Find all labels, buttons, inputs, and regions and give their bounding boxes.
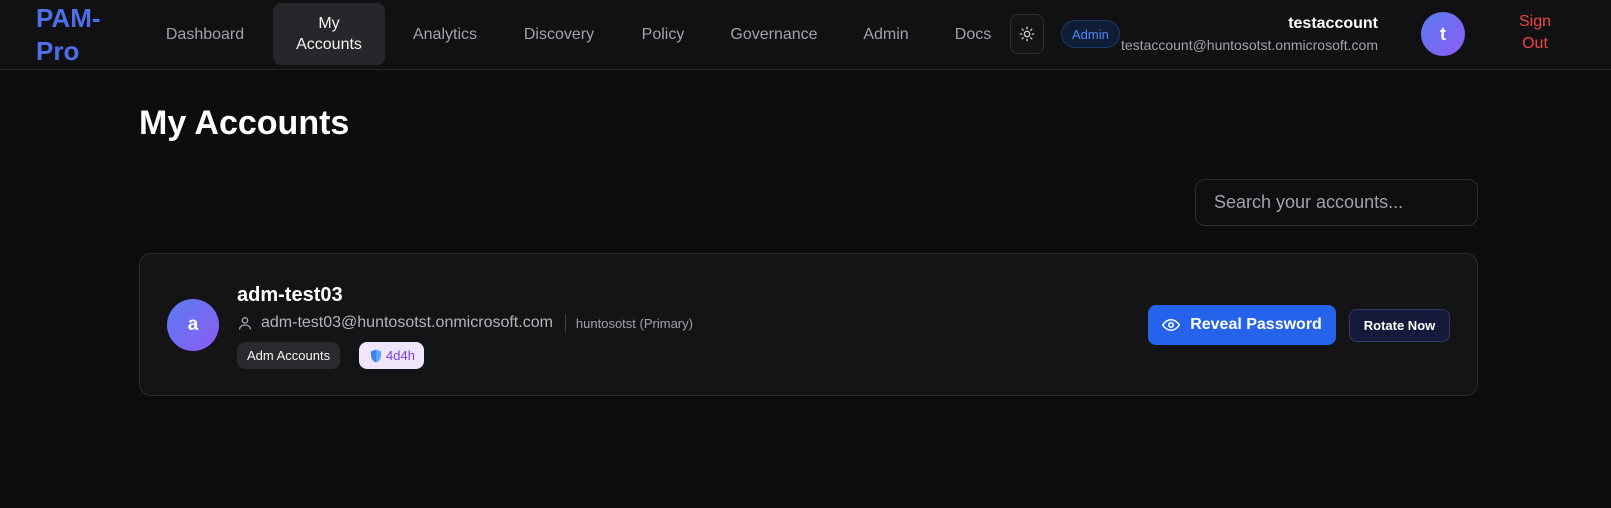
account-details: adm-test03@huntosotst.onmicrosoft.com hu… bbox=[237, 313, 693, 333]
nav-admin[interactable]: Admin bbox=[847, 3, 925, 65]
sign-out-button[interactable]: Sign Out bbox=[1505, 11, 1565, 55]
account-card: a adm-test03 adm-test03@huntosotst.onmic… bbox=[139, 253, 1478, 396]
nav-dashboard[interactable]: Dashboard bbox=[150, 3, 260, 65]
nav-my-accounts[interactable]: My Accounts bbox=[273, 3, 385, 65]
nav-analytics[interactable]: Analytics bbox=[397, 3, 493, 65]
nav-discovery[interactable]: Discovery bbox=[511, 3, 607, 65]
nav-policy[interactable]: Policy bbox=[625, 3, 701, 65]
brand-logo[interactable]: PAM-Pro bbox=[36, 2, 126, 68]
account-email: adm-test03@huntosotst.onmicrosoft.com bbox=[261, 314, 553, 331]
page-title: My Accounts bbox=[139, 104, 350, 142]
eye-icon bbox=[1162, 318, 1181, 332]
reveal-password-button[interactable]: Reveal Password bbox=[1148, 305, 1336, 345]
top-navbar: PAM-Pro Dashboard My Accounts Analytics … bbox=[0, 0, 1611, 70]
shield-icon bbox=[371, 349, 381, 362]
duration-label: 4d4h bbox=[386, 348, 415, 363]
nav-docs[interactable]: Docs bbox=[943, 3, 1003, 65]
user-icon bbox=[239, 317, 251, 330]
duration-tag: 4d4h bbox=[359, 342, 424, 369]
group-tag: Adm Accounts bbox=[237, 342, 341, 369]
theme-toggle-button[interactable] bbox=[1010, 14, 1044, 54]
user-name: testaccount bbox=[1288, 15, 1378, 32]
sun-icon bbox=[1019, 26, 1035, 42]
user-avatar[interactable]: t bbox=[1421, 12, 1465, 56]
role-badge: Admin bbox=[1061, 20, 1120, 48]
nav-governance[interactable]: Governance bbox=[719, 3, 829, 65]
divider bbox=[564, 314, 566, 332]
search-input[interactable] bbox=[1195, 179, 1478, 226]
rotate-now-button[interactable]: Rotate Now bbox=[1349, 309, 1450, 342]
account-avatar: a bbox=[167, 299, 219, 351]
user-email: testaccount@huntosotst.onmicrosoft.com bbox=[1121, 37, 1378, 53]
reveal-password-label: Reveal Password bbox=[1190, 316, 1322, 333]
account-name: adm-test03 bbox=[237, 284, 343, 306]
account-domain: huntosotst (Primary) bbox=[575, 315, 693, 331]
